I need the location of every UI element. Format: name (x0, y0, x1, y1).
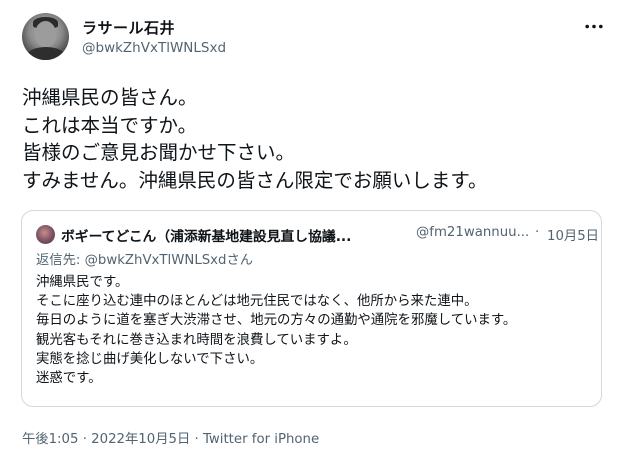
author-display-name[interactable]: ラサール石井 (82, 17, 175, 38)
quoted-tweet-card[interactable]: ボギーてどこん（浦添新基地建設見直し協議... @fm21wannuu... ·… (21, 210, 602, 407)
more-horizontal-icon[interactable] (583, 15, 605, 37)
tweet-text: 沖縄県民の皆さん。 これは本当ですか。 皆様のご意見お聞かせ下さい。 すみません… (22, 86, 488, 192)
meta-separator: · (190, 432, 203, 447)
quoted-tweet-text: 沖縄県民です。 そこに座り込む連中のほとんどは地元住民ではなく、他所から来た連中… (36, 275, 517, 387)
tweet-date[interactable]: 2022年10月5日 (91, 432, 190, 447)
quoted-separator: · (535, 225, 540, 240)
author-handle[interactable]: @bwkZhVxTlWNLSxd (82, 40, 226, 56)
quoted-author-avatar (36, 225, 55, 244)
tweet-time[interactable]: 午後1:05 (22, 432, 78, 447)
tweet-client: Twitter for iPhone (202, 432, 320, 447)
author-avatar[interactable] (22, 13, 69, 60)
meta-separator: · (78, 432, 92, 447)
reply-to-handle: @bwkZhVxTlWNLSxdさん (84, 253, 254, 268)
reply-prefix: 返信先: (36, 253, 85, 268)
quoted-author-handle: @fm21wannuu... (416, 225, 530, 240)
tweet-meta: 午後1:05 · 2022年10月5日 · Twitter for iPhone (22, 428, 319, 447)
quoted-reply-to: 返信先: @bwkZhVxTlWNLSxdさん (36, 249, 253, 268)
quoted-author-display-name: ボギーてどこん（浦添新基地建設見直し協議... (61, 229, 352, 245)
quoted-tweet-date: 10月5日 (547, 229, 599, 244)
